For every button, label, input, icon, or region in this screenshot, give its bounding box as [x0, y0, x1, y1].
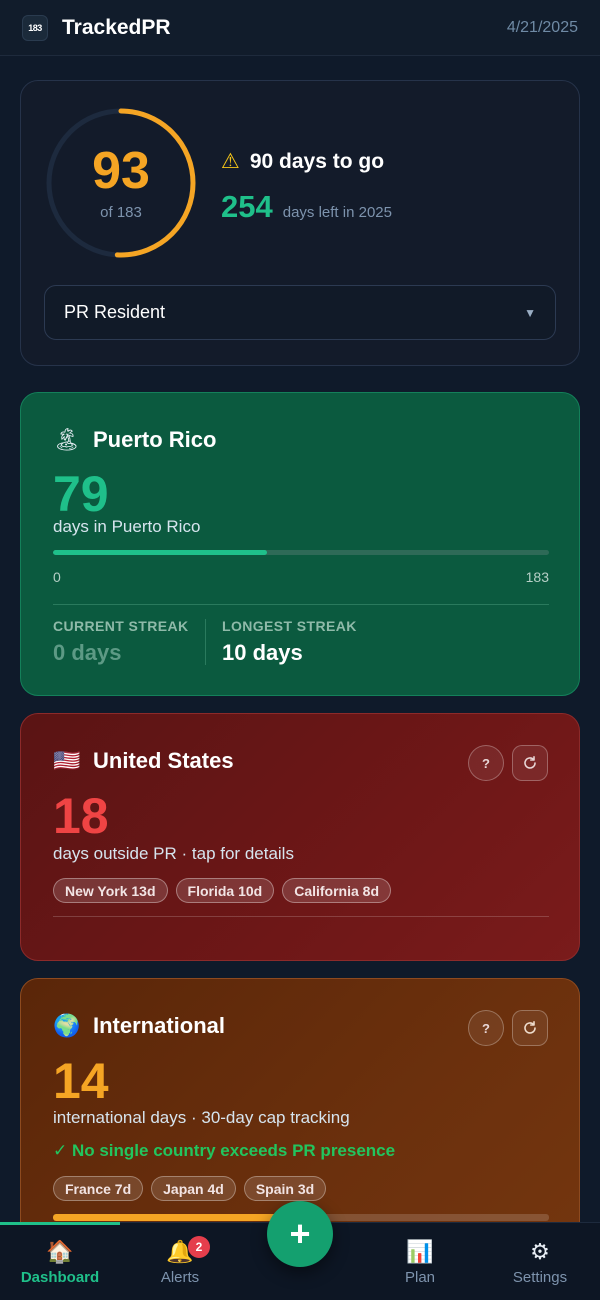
days-of-total: of 183	[100, 204, 142, 221]
nav-dashboard[interactable]: 🏠 Dashboard	[0, 1239, 120, 1286]
bell-icon: 🔔	[166, 1239, 194, 1264]
nav-plan[interactable]: 📊 Plan	[360, 1239, 480, 1286]
house-icon: 🏠	[46, 1239, 74, 1264]
days-to-go: ⚠ 90 days to go	[221, 149, 384, 174]
current-streak: CURRENT STREAK 0 days	[53, 618, 189, 666]
days-left-row: 254 days left in 2025	[221, 189, 392, 225]
help-button[interactable]: ?	[468, 1010, 504, 1046]
international-card[interactable]: 🌍 International ? 14 international days …	[20, 978, 580, 1222]
refresh-button[interactable]	[512, 1010, 548, 1046]
puerto-rico-header: 🏝 Puerto Rico	[53, 427, 216, 453]
island-icon: 🏝	[53, 427, 81, 452]
international-days: 14	[53, 1053, 109, 1109]
state-chips: New York 13d Florida 10d California 8d	[53, 878, 399, 903]
days-to-go-label: 90 days to go	[249, 149, 385, 173]
country-chip[interactable]: Japan 4d	[151, 1176, 236, 1201]
state-chip[interactable]: Florida 10d	[175, 878, 275, 903]
refresh-icon	[524, 756, 536, 769]
streak-divider	[205, 619, 206, 665]
longest-streak-value: 10 days	[222, 640, 303, 665]
chevron-down-icon: ▼	[524, 305, 536, 320]
puerto-rico-card[interactable]: 🏝 Puerto Rico 79 days in Puerto Rico 0 1…	[20, 392, 580, 696]
summary-card: 93 of 183 ⚠ 90 days to go 254 days left …	[20, 80, 580, 366]
add-day-button[interactable]: +	[267, 1201, 333, 1267]
nav-plan-label: Plan	[404, 1269, 436, 1286]
international-progress-fill	[53, 1214, 287, 1221]
residency-status-value: PR Resident	[64, 302, 166, 322]
puerto-rico-progress-fill	[53, 550, 268, 555]
residency-status-select[interactable]: PR Resident ▼	[44, 285, 556, 340]
header-date: 4/21/2025	[506, 18, 578, 36]
refresh-icon	[524, 1021, 536, 1034]
days-left-label: days left in 2025	[282, 204, 392, 221]
state-chip[interactable]: New York 13d	[53, 878, 168, 903]
nav-settings-label: Settings	[512, 1269, 568, 1286]
nav-alerts[interactable]: 🔔 2 Alerts	[120, 1236, 240, 1286]
country-cap-status: ✓ No single country exceeds PR presence	[53, 1141, 396, 1160]
state-chip[interactable]: California 8d	[282, 878, 392, 903]
help-button[interactable]: ?	[468, 745, 504, 781]
puerto-rico-title: Puerto Rico	[93, 427, 217, 452]
us-flag-icon: 🇺🇸	[53, 748, 81, 773]
united-states-title: United States	[93, 748, 234, 773]
days-left-count: 254	[221, 189, 273, 224]
puerto-rico-days: 79	[53, 466, 109, 522]
divider	[53, 916, 549, 917]
app-logo: 183	[22, 14, 48, 41]
gear-icon: ⚙	[530, 1239, 550, 1264]
warning-icon: ⚠	[221, 150, 240, 173]
progress-scale: 0 183	[53, 569, 549, 585]
nav-active-indicator	[0, 1222, 120, 1225]
united-states-days: 18	[53, 788, 109, 844]
country-chip[interactable]: Spain 3d	[243, 1176, 327, 1201]
longest-streak-label: LONGEST STREAK	[222, 618, 357, 634]
international-subtitle: international days · 30-day cap tracking	[53, 1108, 350, 1127]
country-chips: France 7d Japan 4d Spain 3d	[53, 1176, 334, 1201]
united-states-header: 🇺🇸 United States	[53, 748, 234, 774]
puerto-rico-progress-bar	[53, 550, 549, 555]
country-chip[interactable]: France 7d	[53, 1176, 144, 1201]
united-states-card[interactable]: 🇺🇸 United States ? 18 days outside PR · …	[20, 713, 580, 961]
international-title: International	[93, 1013, 226, 1038]
dashboard-content: 93 of 183 ⚠ 90 days to go 254 days left …	[0, 57, 600, 1222]
bar-chart-icon: 📊	[406, 1239, 434, 1264]
app-title: TrackedPR	[62, 15, 171, 39]
divider	[53, 604, 549, 605]
united-states-subtitle: days outside PR · tap for details	[53, 844, 294, 863]
international-header: 🌍 International	[53, 1013, 225, 1039]
days-count: 93	[92, 142, 150, 200]
nav-dashboard-label: Dashboard	[20, 1269, 100, 1286]
nav-settings[interactable]: ⚙ Settings	[480, 1239, 600, 1286]
nav-alerts-label: Alerts	[160, 1269, 200, 1286]
app-header: 183 TrackedPR 4/21/2025	[0, 0, 600, 56]
scale-max: 183	[525, 569, 549, 585]
scale-min: 0	[53, 569, 61, 585]
current-streak-value: 0 days	[53, 640, 122, 665]
current-streak-label: CURRENT STREAK	[53, 618, 189, 634]
refresh-button[interactable]	[512, 745, 548, 781]
alerts-badge: 2	[188, 1236, 210, 1258]
longest-streak: LONGEST STREAK 10 days	[222, 618, 357, 666]
puerto-rico-subtitle: days in Puerto Rico	[53, 517, 201, 536]
globe-icon: 🌍	[53, 1013, 81, 1038]
